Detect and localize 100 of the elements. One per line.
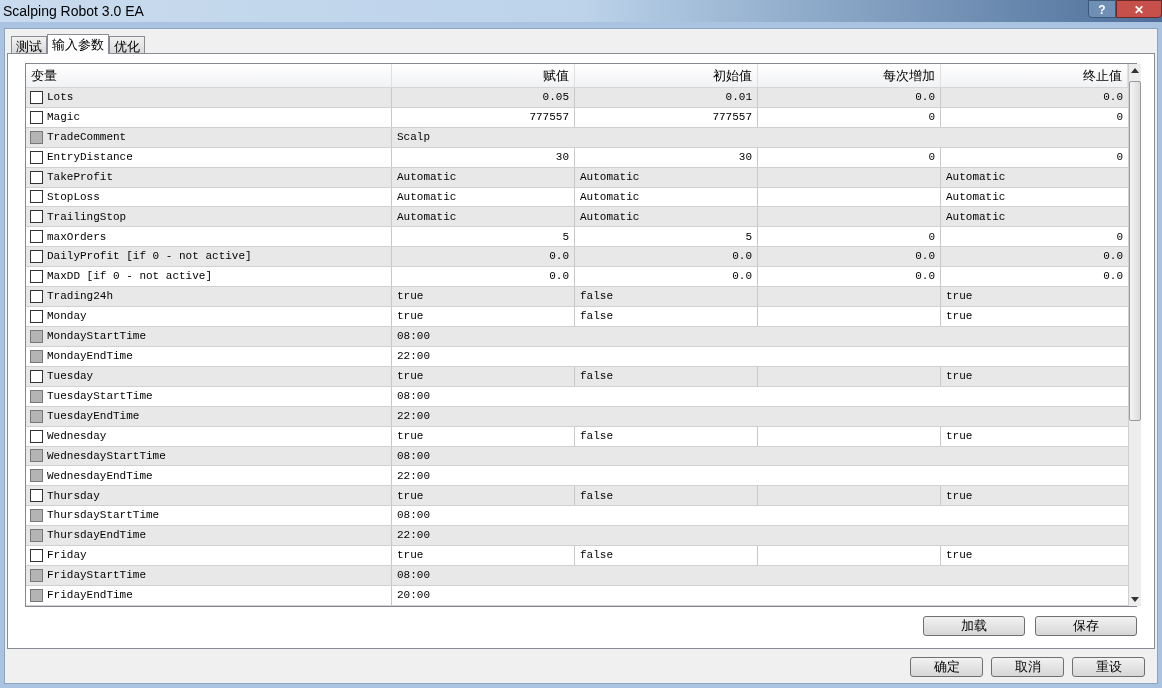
parameter-name: MondayEndTime bbox=[47, 349, 133, 365]
column-header[interactable]: 每次增加 bbox=[758, 64, 941, 87]
scroll-up-icon[interactable] bbox=[1131, 68, 1139, 73]
parameter-name: DailyProfit [if 0 - not active] bbox=[47, 249, 252, 265]
checkbox[interactable] bbox=[30, 549, 43, 563]
table-cell-text: Scalp bbox=[396, 129, 431, 145]
parameter-name: TuesdayStartTime bbox=[47, 388, 153, 404]
parameter-name: Thursday bbox=[47, 488, 100, 504]
table-cell-text: true bbox=[945, 488, 974, 504]
table-cell: false bbox=[575, 287, 758, 307]
table-cell-text: 0.0 bbox=[1102, 249, 1124, 265]
checkbox[interactable] bbox=[30, 230, 43, 244]
checkbox[interactable] bbox=[30, 270, 43, 284]
table-cell: 777557 bbox=[392, 107, 575, 127]
window-title: Scalping Robot 3.0 EA bbox=[2, 1, 144, 21]
parameter-name: FridayEndTime bbox=[47, 588, 133, 604]
parameter-name: TakeProfit bbox=[47, 169, 113, 185]
table-cell-text: 0 bbox=[1115, 229, 1124, 245]
table-cell: Automatic bbox=[392, 207, 575, 227]
parameter-name: Monday bbox=[47, 309, 87, 325]
table-cell: 0.01 bbox=[575, 87, 758, 107]
table-cell-text: 08:00 bbox=[396, 388, 431, 404]
checkbox[interactable] bbox=[30, 90, 43, 104]
parameter-name: ThursdayStartTime bbox=[47, 508, 160, 524]
parameter-name: TradeComment bbox=[47, 129, 127, 145]
table-cell: 0.05 bbox=[392, 87, 575, 107]
table-cell: false bbox=[575, 486, 758, 506]
parameter-name: ThursdayEndTime bbox=[47, 528, 147, 544]
column-header[interactable]: 变量 bbox=[26, 64, 392, 87]
table-cell: 0.0 bbox=[392, 267, 575, 287]
parameter-name: Friday bbox=[47, 548, 87, 564]
checkbox[interactable] bbox=[30, 190, 43, 204]
table-cell: 30 bbox=[392, 147, 575, 167]
table-cell-text: 08:00 bbox=[396, 508, 431, 524]
table-cell-text: Automatic bbox=[945, 189, 1007, 205]
tab[interactable]: 测试 bbox=[11, 36, 47, 53]
checkbox[interactable] bbox=[30, 489, 43, 503]
checkbox[interactable] bbox=[30, 170, 43, 184]
table-cell: Automatic bbox=[575, 187, 758, 207]
close-button[interactable]: ✕ bbox=[1116, 0, 1162, 18]
checkbox[interactable] bbox=[30, 310, 43, 323]
parameter-name: Lots bbox=[47, 90, 74, 106]
tab[interactable]: 优化 bbox=[109, 36, 145, 53]
table-cell: 30 bbox=[575, 147, 758, 167]
parameter-name: Magic bbox=[47, 110, 80, 126]
scroll-thumb[interactable] bbox=[1129, 81, 1141, 421]
table-cell: true bbox=[392, 366, 575, 386]
table-cell: 0 bbox=[758, 107, 941, 127]
table-cell-text: 08:00 bbox=[396, 329, 431, 345]
table-cell: false bbox=[575, 366, 758, 386]
checkbox[interactable] bbox=[30, 210, 43, 224]
table-cell: Automatic bbox=[575, 167, 758, 187]
tab[interactable]: 输入参数 bbox=[47, 34, 109, 54]
parameter-name: FridayStartTime bbox=[47, 568, 147, 584]
table-cell-text: Automatic bbox=[945, 209, 1007, 225]
checkbox[interactable] bbox=[30, 150, 43, 164]
dialog-button[interactable]: 取消 bbox=[991, 657, 1064, 677]
column-header[interactable]: 初始值 bbox=[575, 64, 758, 87]
parameter-name: EntryDistance bbox=[47, 149, 133, 165]
table-cell: true bbox=[392, 307, 575, 326]
table-cell-text: true bbox=[945, 548, 974, 564]
table-cell: Automatic bbox=[392, 167, 575, 187]
table-cell: 0.0 bbox=[392, 247, 575, 267]
dialog-button[interactable]: 保存 bbox=[1035, 616, 1137, 636]
table-cell-text: 0.0 bbox=[1102, 269, 1124, 285]
table-cell: true bbox=[392, 486, 575, 506]
checkbox[interactable] bbox=[30, 110, 43, 124]
dialog-button[interactable]: 重设 bbox=[1072, 657, 1145, 677]
dialog-button[interactable]: 确定 bbox=[910, 657, 983, 677]
table-cell: false bbox=[575, 426, 758, 446]
checkbox[interactable] bbox=[30, 429, 43, 443]
table-cell-text: 22:00 bbox=[396, 349, 431, 365]
parameter-name: Wednesday bbox=[47, 428, 107, 444]
parameter-name: Trading24h bbox=[47, 289, 113, 305]
table-cell-text: true bbox=[945, 289, 974, 305]
column-header[interactable]: 赋值 bbox=[392, 64, 575, 87]
scrollbar[interactable] bbox=[1128, 64, 1141, 606]
table-cell-text: 22:00 bbox=[396, 528, 431, 544]
table-cell: false bbox=[575, 546, 758, 566]
table-cell: 0.0 bbox=[758, 267, 941, 287]
table-cell-text: 0 bbox=[1115, 110, 1124, 126]
table-cell: 0.0 bbox=[575, 247, 758, 267]
table-cell-text: true bbox=[945, 428, 974, 444]
table-cell: 777557 bbox=[575, 107, 758, 127]
dialog-button[interactable]: 加载 bbox=[923, 616, 1025, 636]
table-cell: 0.0 bbox=[758, 247, 941, 267]
checkbox[interactable] bbox=[30, 250, 43, 264]
checkbox[interactable] bbox=[30, 290, 43, 304]
parameter-name: WednesdayStartTime bbox=[47, 448, 166, 464]
table-cell-text: Automatic bbox=[945, 169, 1007, 185]
parameter-name: Tuesday bbox=[47, 369, 94, 384]
checkbox[interactable] bbox=[30, 369, 43, 383]
table-cell: 5 bbox=[392, 227, 575, 247]
scroll-down-icon[interactable] bbox=[1131, 597, 1139, 602]
table-cell-text: 0 bbox=[1115, 149, 1124, 165]
table-cell: true bbox=[392, 426, 575, 446]
table-cell-text: 0.0 bbox=[1102, 90, 1124, 106]
table-cell: false bbox=[575, 307, 758, 326]
table-cell-text: 22:00 bbox=[396, 408, 431, 424]
parameter-name: WednesdayEndTime bbox=[47, 468, 153, 484]
